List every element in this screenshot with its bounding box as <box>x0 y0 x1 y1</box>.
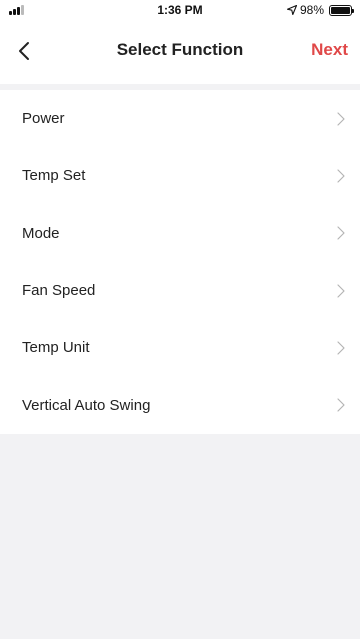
function-list: Power Temp Set Mode Fan Speed Temp Unit <box>0 90 360 434</box>
list-item-label: Power <box>22 110 65 128</box>
list-item-label: Fan Speed <box>22 282 96 300</box>
list-item-label: Vertical Auto Swing <box>22 396 151 414</box>
battery-percent: 98% <box>299 3 324 17</box>
list-item-vertical-auto-swing[interactable]: Vertical Auto Swing <box>0 376 360 433</box>
list-item-label: Temp Set <box>22 167 86 185</box>
location-arrow-icon <box>286 5 297 15</box>
chevron-right-icon <box>337 341 345 355</box>
list-item-temp-set[interactable]: Temp Set <box>0 147 360 204</box>
app-screen: 1:36 PM 98% Select Function Next Power T… <box>0 0 360 639</box>
list-item-power[interactable]: Power <box>0 90 360 147</box>
list-item-label: Mode <box>22 224 60 242</box>
status-right: 98% <box>286 3 354 17</box>
chevron-right-icon <box>337 169 345 183</box>
page-title: Select Function <box>116 40 244 59</box>
list-item-fan-speed[interactable]: Fan Speed <box>0 262 360 319</box>
next-button[interactable]: Next <box>311 40 348 60</box>
chevron-right-icon <box>337 112 345 126</box>
list-item-mode[interactable]: Mode <box>0 205 360 262</box>
chevron-right-icon <box>337 226 345 240</box>
nav-bar: Select Function Next <box>0 20 360 84</box>
battery-icon <box>329 4 354 16</box>
chevron-right-icon <box>337 283 345 298</box>
status-bar: 1:36 PM 98% <box>0 0 360 20</box>
chevron-right-icon <box>337 398 345 412</box>
list-item-label: Temp Unit <box>22 339 90 357</box>
list-item-temp-unit[interactable]: Temp Unit <box>0 319 360 376</box>
